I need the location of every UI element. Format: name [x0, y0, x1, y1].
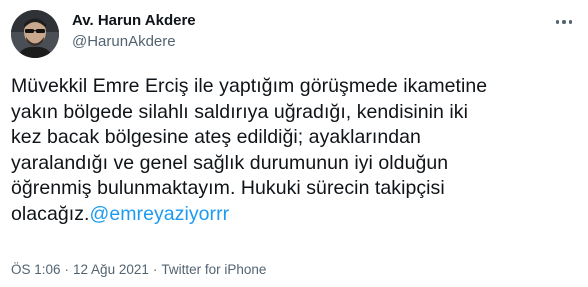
meta-separator: ·	[152, 262, 158, 277]
meta-separator: ·	[64, 262, 70, 277]
tweet-text-line: yaralandığı ve genel sağlık durumunun iy…	[11, 151, 449, 174]
tweet-text-line: kez bacak bölgesine ateş edildiği; ayakl…	[11, 126, 421, 148]
more-dot	[568, 20, 573, 24]
avatar-photo-icon	[11, 10, 59, 58]
mention-link[interactable]: @emreyaziyorrr	[90, 203, 230, 225]
tweet-card: Av. Harun Akdere @HarunAkdere Müvekkil E…	[0, 0, 588, 287]
tweet-text-line: öğrenmiş bulunmaktayım. Hukuki sürecin t…	[11, 177, 445, 199]
tweet-text: Müvekkil Emre Erciş ile yaptığım görüşme…	[11, 74, 577, 227]
tweet-text-line: olacağız.	[11, 202, 90, 225]
author-display-name[interactable]: Av. Harun Akdere	[72, 11, 196, 31]
tweet-source[interactable]: Twitter for iPhone	[161, 262, 266, 277]
author-handle[interactable]: @HarunAkdere	[72, 32, 196, 52]
tweet-meta: ÖS 1:06 · 12 Ağu 2021 · Twitter for iPhone	[11, 261, 266, 279]
tweet-text-line: yakın bölgede silahlı saldırıya uğradığı…	[11, 100, 468, 123]
tweet-header: Av. Harun Akdere @HarunAkdere	[72, 11, 196, 52]
tweet-date[interactable]: 12 Ağu 2021	[73, 262, 149, 277]
more-dot	[555, 20, 560, 24]
tweet-time[interactable]: ÖS 1:06	[11, 262, 61, 277]
author-avatar[interactable]	[11, 10, 59, 58]
more-options-icon[interactable]	[552, 12, 576, 32]
tweet-text-line: Müvekkil Emre Erciş ile yaptığım görüşme…	[11, 75, 488, 97]
more-dot	[562, 20, 566, 24]
